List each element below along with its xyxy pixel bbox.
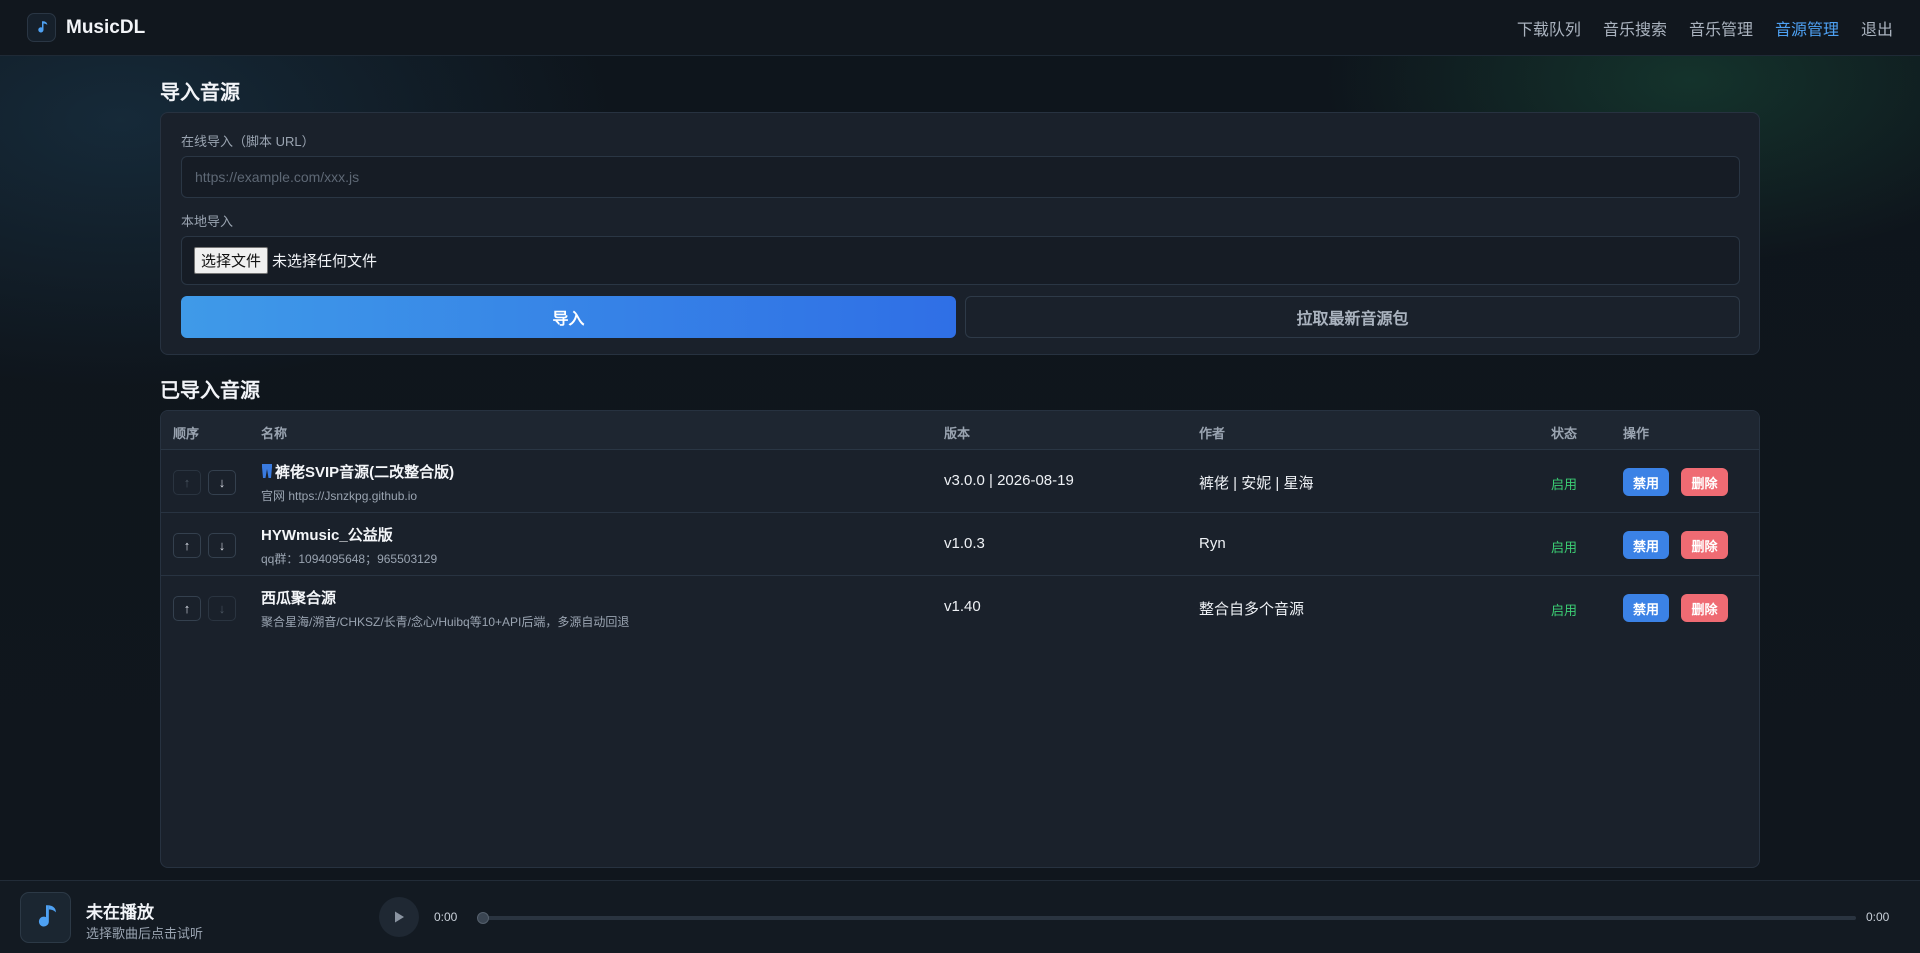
total-time: 0:00 xyxy=(1866,910,1890,924)
top-navbar: MusicDL 下载队列 音乐搜索 音乐管理 音源管理 退出 xyxy=(0,0,1920,56)
source-author: 整合自多个音源 xyxy=(1199,601,1305,618)
import-card: 在线导入（脚本 URL） 本地导入 选择文件 未选择任何文件 导入 拉取最新音源… xyxy=(160,112,1760,355)
local-import-label: 本地导入 xyxy=(181,214,234,229)
table-row: ↑ ↓ 裤佬SVIP音源(二改整合版) 官网 https://Jsnzkpg.g… xyxy=(161,450,1759,513)
status-badge: 启用 xyxy=(1551,603,1578,618)
source-name: 西瓜聚合源 xyxy=(261,590,337,607)
main-nav: 下载队列 音乐搜索 音乐管理 音源管理 退出 xyxy=(1517,16,1893,40)
play-icon xyxy=(395,911,404,923)
move-down-button[interactable]: ↓ xyxy=(208,533,236,558)
col-name: 名称 xyxy=(261,426,288,441)
move-up-button[interactable]: ↑ xyxy=(173,596,201,621)
table-row: ↑ ↓ HYWmusic_公益版 qq群：1094095648；96550312… xyxy=(161,513,1759,576)
col-actions: 操作 xyxy=(1623,426,1650,441)
delete-button[interactable]: 删除 xyxy=(1681,468,1728,496)
choose-file-button[interactable]: 选择文件 xyxy=(194,247,269,274)
col-author: 作者 xyxy=(1199,426,1226,441)
source-author: 裤佬 | 安妮 | 星海 xyxy=(1199,475,1314,492)
nav-logout[interactable]: 退出 xyxy=(1861,16,1893,40)
source-description: qq群：1094095648；965503129 xyxy=(261,552,438,566)
source-name-cell: 西瓜聚合源 聚合星海/溯音/CHKSZ/长青/念心/Huibq等10+API后端… xyxy=(261,587,629,630)
col-version: 版本 xyxy=(944,426,971,441)
source-version: v1.40 xyxy=(944,598,981,615)
delete-button[interactable]: 删除 xyxy=(1681,594,1728,622)
import-button[interactable]: 导入 xyxy=(181,296,956,338)
progress-knob[interactable] xyxy=(477,912,489,924)
blue-trousers-icon xyxy=(262,464,272,478)
current-time: 0:00 xyxy=(434,910,458,924)
disable-button[interactable]: 禁用 xyxy=(1623,594,1669,622)
row-actions: 禁用 删除 xyxy=(1623,468,1728,496)
fetch-latest-sources-button[interactable]: 拉取最新音源包 xyxy=(965,296,1740,338)
app-name: MusicDL xyxy=(66,16,146,38)
order-controls: ↑ ↓ xyxy=(173,470,236,495)
source-name-text: 裤佬SVIP音源(二改整合版) xyxy=(275,464,455,481)
music-note-icon xyxy=(27,13,56,42)
move-up-button[interactable]: ↑ xyxy=(173,533,201,558)
imported-sources-title: 已导入音源 xyxy=(160,380,260,402)
row-actions: 禁用 删除 xyxy=(1623,531,1728,559)
disable-button[interactable]: 禁用 xyxy=(1623,468,1669,496)
album-cover xyxy=(20,892,71,943)
progress-bar[interactable] xyxy=(478,916,1856,920)
col-order: 顺序 xyxy=(173,426,200,441)
source-name: HYWmusic_公益版 xyxy=(261,527,393,544)
table-header: 顺序 名称 版本 作者 状态 操作 xyxy=(161,411,1759,450)
delete-button[interactable]: 删除 xyxy=(1681,531,1728,559)
table-row: ↑ ↓ 西瓜聚合源 聚合星海/溯音/CHKSZ/长青/念心/Huibq等10+A… xyxy=(161,576,1759,639)
nav-source-manage[interactable]: 音源管理 xyxy=(1775,16,1839,40)
order-controls: ↑ ↓ xyxy=(173,596,236,621)
source-version: v3.0.0 | 2026-08-19 xyxy=(944,472,1074,489)
source-name-cell: 裤佬SVIP音源(二改整合版) 官网 https://Jsnzkpg.githu… xyxy=(261,461,454,504)
source-version: v1.0.3 xyxy=(944,535,985,552)
col-status: 状态 xyxy=(1551,426,1578,441)
source-name: 裤佬SVIP音源(二改整合版) xyxy=(261,461,454,482)
move-down-button[interactable]: ↓ xyxy=(208,470,236,495)
music-note-icon xyxy=(38,904,56,927)
nav-music-search[interactable]: 音乐搜索 xyxy=(1603,16,1667,40)
source-description: 聚合星海/溯音/CHKSZ/长青/念心/Huibq等10+API后端，多源自动回… xyxy=(261,615,630,629)
source-author: Ryn xyxy=(1199,535,1226,552)
move-up-button[interactable]: ↑ xyxy=(173,470,201,495)
script-url-input[interactable] xyxy=(181,156,1740,198)
import-section-title: 导入音源 xyxy=(160,82,240,104)
play-button[interactable] xyxy=(379,897,419,937)
status-badge: 启用 xyxy=(1551,540,1578,555)
nav-music-manage[interactable]: 音乐管理 xyxy=(1689,16,1753,40)
now-playing-subtitle: 选择歌曲后点击试听 xyxy=(86,926,204,941)
file-status: 未选择任何文件 xyxy=(272,253,378,270)
status-badge: 启用 xyxy=(1551,477,1578,492)
file-picker: 选择文件 未选择任何文件 xyxy=(181,236,1740,285)
brand[interactable]: MusicDL xyxy=(27,13,145,42)
source-name-cell: HYWmusic_公益版 qq群：1094095648；965503129 xyxy=(261,524,437,567)
now-playing-title: 未在播放 xyxy=(86,903,154,922)
sources-table: 顺序 名称 版本 作者 状态 操作 ↑ ↓ 裤佬SVIP音源(二改整合版) 官网… xyxy=(160,410,1760,868)
source-description: 官网 https://Jsnzkpg.github.io xyxy=(261,489,418,503)
order-controls: ↑ ↓ xyxy=(173,533,236,558)
audio-player: 未在播放 选择歌曲后点击试听 0:00 0:00 xyxy=(0,880,1920,953)
row-actions: 禁用 删除 xyxy=(1623,594,1728,622)
nav-download-queue[interactable]: 下载队列 xyxy=(1517,16,1581,40)
move-down-button[interactable]: ↓ xyxy=(208,596,236,621)
disable-button[interactable]: 禁用 xyxy=(1623,531,1669,559)
online-import-label: 在线导入（脚本 URL） xyxy=(181,134,315,149)
